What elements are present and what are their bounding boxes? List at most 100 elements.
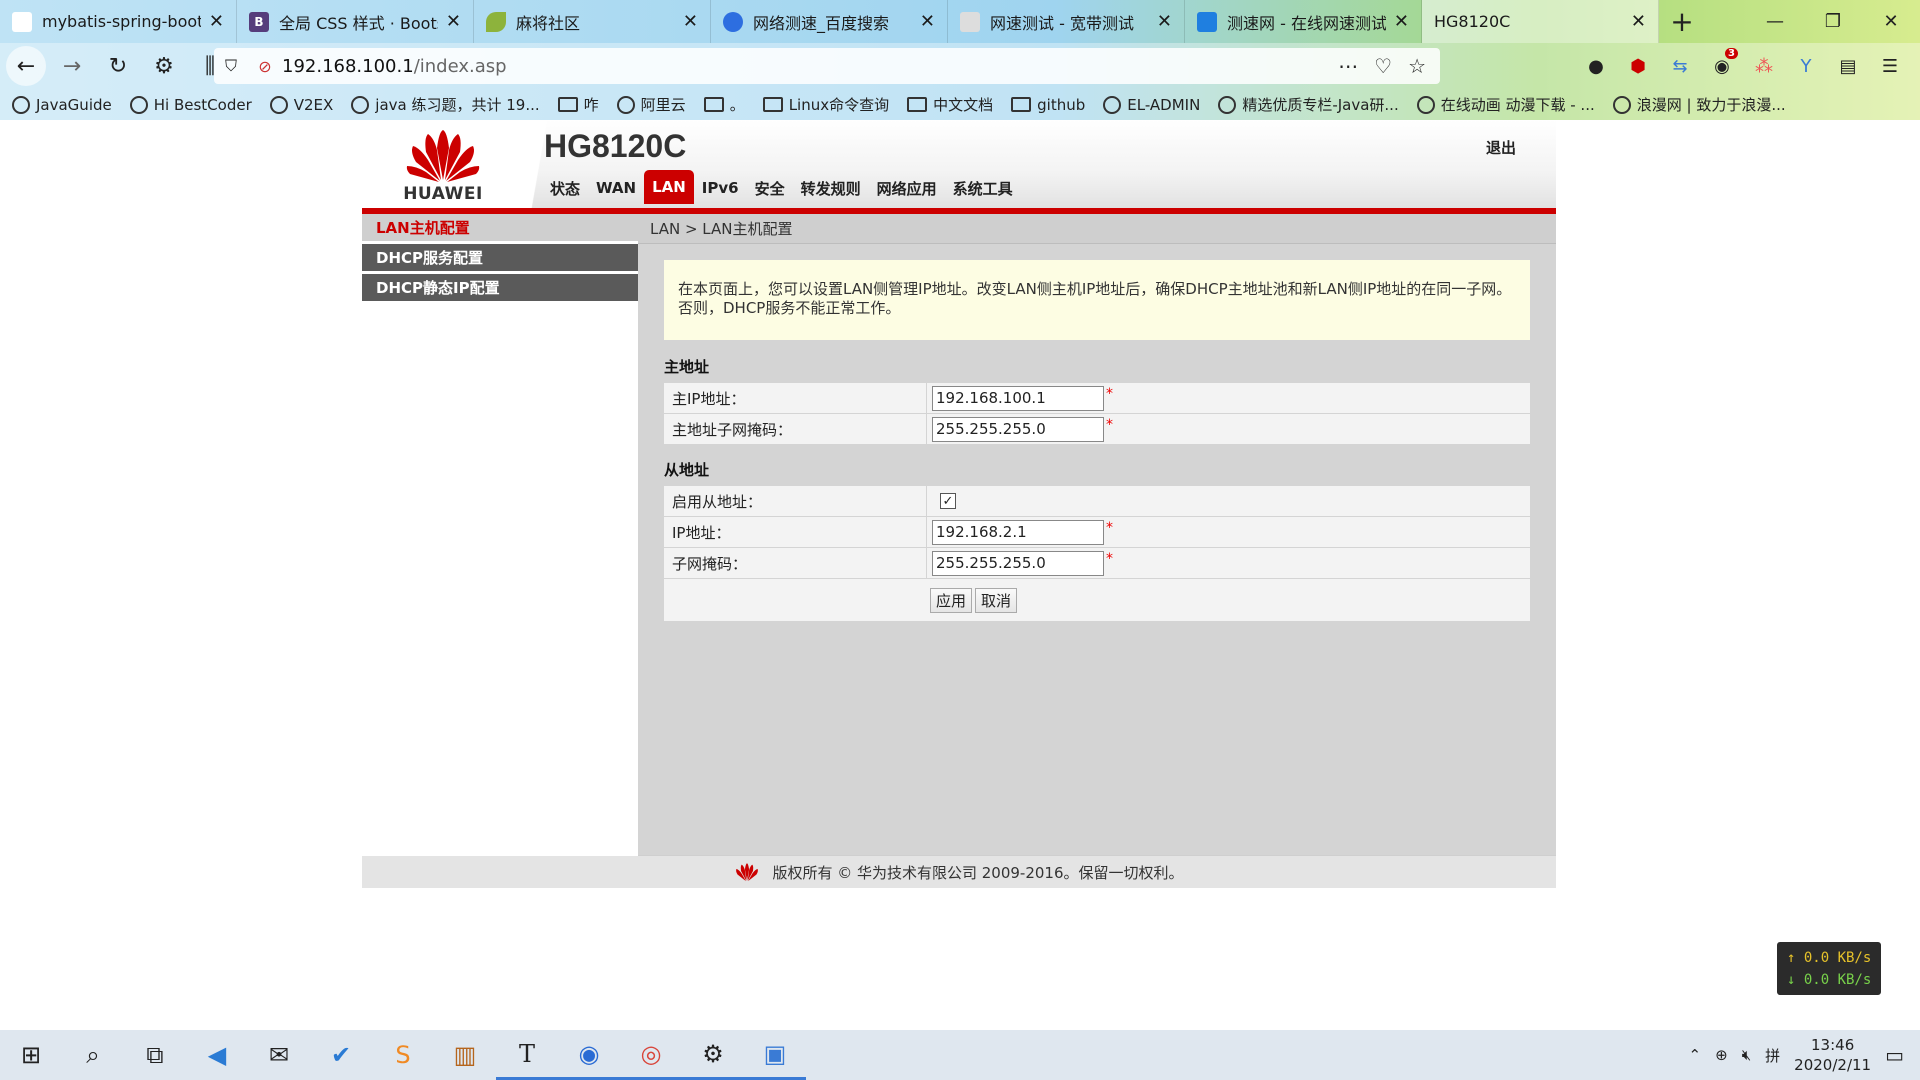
copyright-text: 版权所有 © 华为技术有限公司 2009-2016。保留一切权利。 xyxy=(772,863,1184,882)
close-icon[interactable]: ✕ xyxy=(446,11,461,32)
close-window-icon[interactable]: ✕ xyxy=(1862,0,1920,43)
bookmark-item[interactable]: 中文文档 xyxy=(907,94,993,115)
secondary-ip-input[interactable] xyxy=(932,519,1104,545)
tab-speedtest-online[interactable]: 测速网 - 在线网速测试, ✕ xyxy=(1185,0,1422,43)
sidebar-item[interactable]: LAN主机配置 xyxy=(362,214,638,244)
menu-item[interactable]: 安全 xyxy=(747,172,793,204)
reader-icon[interactable]: ▤ xyxy=(1832,48,1864,84)
tab-bootstrap[interactable]: B 全局 CSS 样式 · Bootstr ✕ xyxy=(237,0,474,43)
baidu-icon xyxy=(723,11,743,32)
back-icon[interactable]: ← xyxy=(6,46,46,86)
notifications-icon[interactable]: ▭ xyxy=(1885,1043,1904,1067)
globe-icon xyxy=(1218,95,1237,114)
sidebar-item[interactable]: DHCP服务配置 xyxy=(362,244,638,274)
restore-icon[interactable]: ❐ xyxy=(1804,0,1862,43)
menu-item[interactable]: WAN xyxy=(588,172,644,204)
network-globe-icon[interactable]: ⊕ xyxy=(1715,1046,1728,1064)
menu-item[interactable]: 网络应用 xyxy=(869,172,945,204)
insecure-lock-icon[interactable]: ⊘ xyxy=(248,57,282,76)
bookmark-item[interactable]: JavaGuide xyxy=(12,95,112,114)
bookmark-item[interactable]: Linux命令查询 xyxy=(762,94,889,115)
books-icon[interactable]: ▥ xyxy=(434,1030,496,1080)
extension-badge-icon[interactable]: ◉ 3 xyxy=(1706,48,1738,84)
pocket-icon[interactable]: ♡ xyxy=(1374,54,1392,78)
sublime-icon[interactable]: S xyxy=(372,1030,434,1080)
menu-item[interactable]: 系统工具 xyxy=(945,172,1021,204)
firefox-icon[interactable]: ◉ xyxy=(558,1030,620,1080)
search-icon[interactable]: ⌕ xyxy=(62,1030,124,1080)
bookmark-item[interactable]: github xyxy=(1011,96,1085,114)
tab-title: 网络测速_百度搜索 xyxy=(753,13,890,33)
task-view-icon[interactable]: ⧉ xyxy=(124,1030,186,1080)
bookmark-item[interactable]: 阿里云 xyxy=(616,94,686,115)
router-header: HUAWEI HG8120C 退出 状态 WAN LAN IPv6 安全 转发规则 网络应用… xyxy=(362,120,1556,208)
forward-icon[interactable]: → xyxy=(52,46,92,86)
menu-item[interactable]: 状态 xyxy=(542,172,588,204)
chrome-icon[interactable]: ◎ xyxy=(620,1030,682,1080)
control-panel-icon[interactable]: ▣ xyxy=(744,1030,806,1080)
tab-hg8120c[interactable]: HG8120C ✕ xyxy=(1422,0,1659,43)
windows-start-icon[interactable]: ⊞ xyxy=(0,1030,62,1080)
tab-majiang[interactable]: 麻将社区 ✕ xyxy=(474,0,711,43)
menu-item[interactable]: 转发规则 xyxy=(793,172,869,204)
bookmark-item[interactable]: 。 xyxy=(703,94,745,115)
close-icon[interactable]: ✕ xyxy=(683,11,698,32)
todo-icon[interactable]: ✔ xyxy=(310,1030,372,1080)
account-icon[interactable]: ● xyxy=(1580,48,1612,84)
primary-address-heading: 主地址 xyxy=(664,358,710,376)
menu-item[interactable]: LAN xyxy=(644,170,694,204)
primary-ip-cell: * xyxy=(927,383,1530,413)
tab-mybatis[interactable]: mybatis-spring-boot-auto ✕ xyxy=(0,0,237,43)
gear-icon[interactable]: ⚙ xyxy=(144,46,184,86)
volume-muted-icon[interactable]: 🔇︎ xyxy=(1742,1046,1751,1064)
bookmark-item[interactable]: java 练习题，共计 19... xyxy=(351,94,540,115)
vscode-icon[interactable]: ◀ xyxy=(186,1030,248,1080)
close-icon[interactable]: ✕ xyxy=(1631,11,1646,32)
close-icon[interactable]: ✕ xyxy=(209,11,224,32)
bookmark-item[interactable]: 咋 xyxy=(557,94,599,115)
primary-mask-row: 主地址子网掩码： * xyxy=(664,414,1530,445)
cancel-button[interactable]: 取消 xyxy=(975,587,1018,613)
net-speed-widget[interactable]: ↑ 0.0 KB/s ↓ 0.0 KB/s xyxy=(1777,942,1881,995)
tray-expand-icon[interactable]: ⌃ xyxy=(1689,1046,1702,1064)
shield-icon[interactable]: ⛉ xyxy=(214,56,248,76)
more-icon[interactable]: ⋯ xyxy=(1338,54,1358,78)
clock[interactable]: 13:46 2020/2/11 xyxy=(1794,1035,1871,1075)
secondary-mask-input[interactable] xyxy=(932,550,1104,576)
menu-item[interactable]: IPv6 xyxy=(694,172,747,204)
close-icon[interactable]: ✕ xyxy=(920,11,935,32)
sync-icon[interactable]: ⇆ xyxy=(1664,48,1696,84)
reload-icon[interactable]: ↻ xyxy=(98,46,138,86)
mail-icon[interactable]: ✉ xyxy=(248,1030,310,1080)
new-tab-button[interactable]: + xyxy=(1659,0,1705,43)
menu-icon[interactable]: ☰ xyxy=(1874,48,1906,84)
address-bar[interactable]: ⛉ ⊘ 192.168.100.1 /index.asp ⋯ ♡ ☆ xyxy=(214,48,1440,84)
bookmark-star-icon[interactable]: ☆ xyxy=(1408,54,1426,78)
bookmark-item[interactable]: 在线动画 动漫下载 - ... xyxy=(1416,94,1595,115)
bookmark-item[interactable]: V2EX xyxy=(269,95,333,114)
tab-title: mybatis-spring-boot-auto xyxy=(42,12,201,31)
primary-mask-input[interactable] xyxy=(932,416,1104,442)
input-method-icon[interactable]: 拼 xyxy=(1765,1045,1780,1066)
enable-secondary-checkbox[interactable]: ✓ xyxy=(940,493,956,509)
vpn-icon[interactable]: Y xyxy=(1790,48,1822,84)
typora-icon[interactable]: T xyxy=(496,1030,558,1080)
apply-button[interactable]: 应用 xyxy=(930,587,973,613)
bookmark-item[interactable]: EL-ADMIN xyxy=(1103,95,1200,114)
tab-speedtest-broadband[interactable]: 网速测试 - 宽带测试 ✕ xyxy=(948,0,1185,43)
minimize-icon[interactable]: — xyxy=(1746,0,1804,43)
globe-icon xyxy=(1416,95,1435,114)
tab-baidu[interactable]: 网络测速_百度搜索 ✕ xyxy=(711,0,948,43)
logout-link[interactable]: 退出 xyxy=(1486,137,1516,158)
content-area: 在本页面上，您可以设置LAN侧管理IP地址。改变LAN侧主机IP地址后，确保DH… xyxy=(638,244,1556,855)
bookmark-item[interactable]: Hi BestCoder xyxy=(129,95,252,114)
sidebar-item[interactable]: DHCP静态IP配置 xyxy=(362,274,638,304)
network-icon[interactable]: ⁂ xyxy=(1748,48,1780,84)
close-icon[interactable]: ✕ xyxy=(1394,11,1409,32)
close-icon[interactable]: ✕ xyxy=(1157,11,1172,32)
settings-icon[interactable]: ⚙ xyxy=(682,1030,744,1080)
adblock-icon[interactable]: ⬢ xyxy=(1622,48,1654,84)
bookmark-item[interactable]: 浪漫网 | 致力于浪漫... xyxy=(1612,94,1786,115)
primary-ip-input[interactable] xyxy=(932,385,1104,411)
bookmark-item[interactable]: 精选优质专栏-Java研... xyxy=(1218,94,1399,115)
